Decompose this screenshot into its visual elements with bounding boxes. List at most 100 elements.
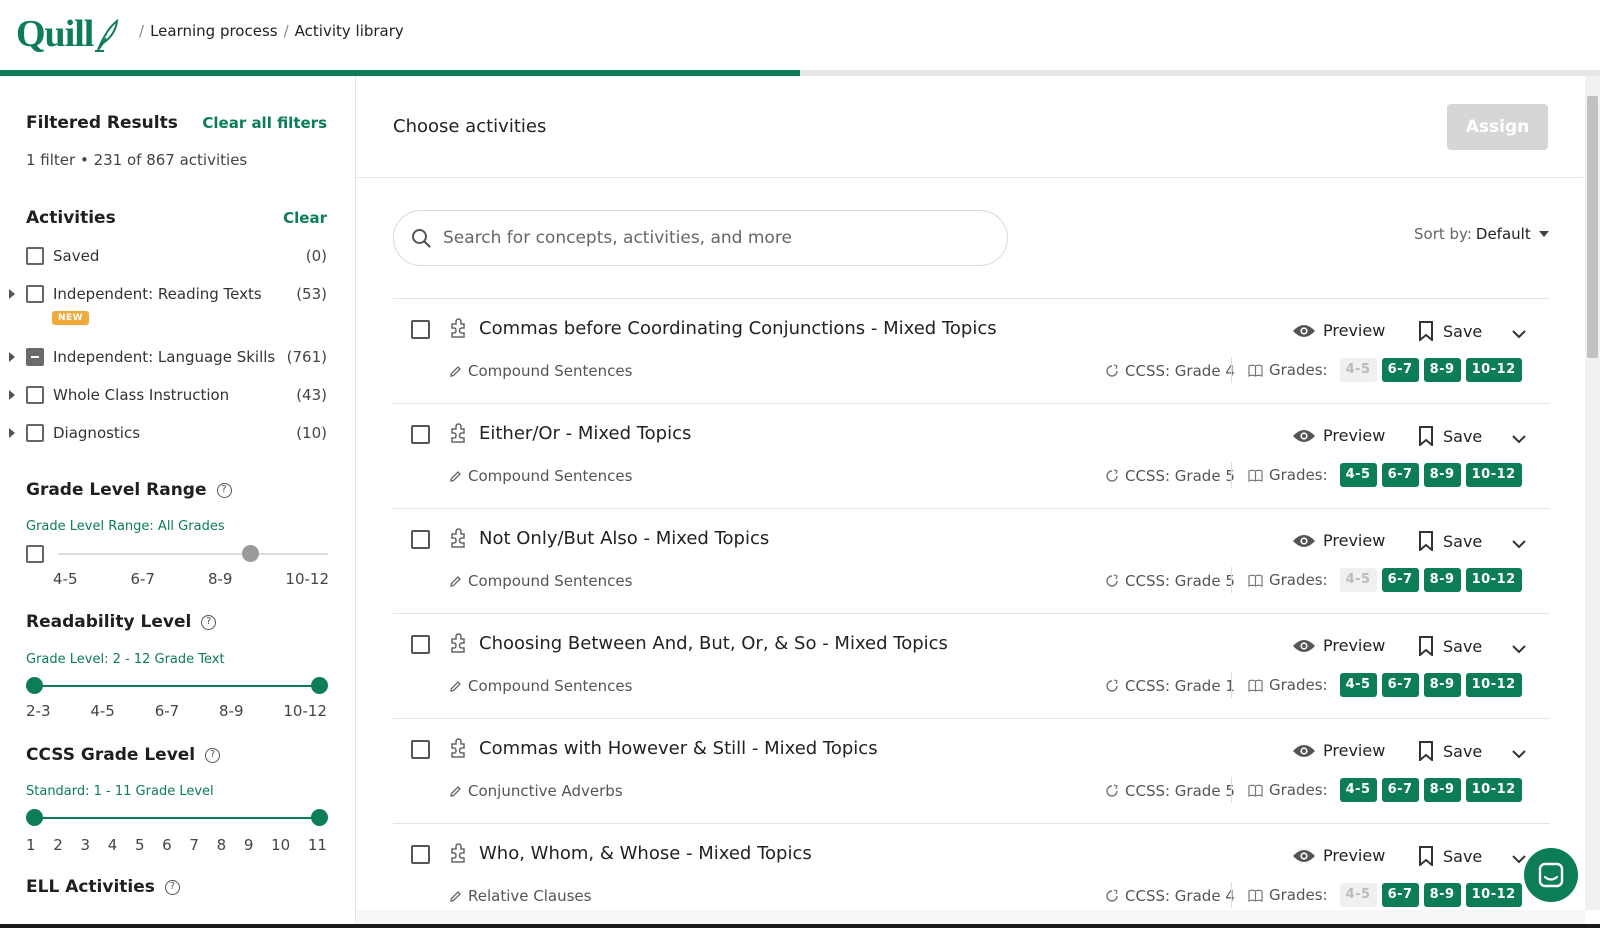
activity-title[interactable]: Either/Or - Mixed Topics [479, 423, 691, 444]
help-icon[interactable]: ? [164, 879, 180, 895]
help-icon[interactable]: ? [205, 747, 221, 763]
preview-button[interactable]: Preview [1292, 426, 1385, 445]
expand-activity-button[interactable] [1511, 639, 1527, 658]
activity-filter-item[interactable]: Saved (0) [26, 247, 327, 265]
save-label: Save [1443, 531, 1483, 551]
save-button[interactable]: Save [1418, 636, 1482, 656]
assign-button[interactable]: Assign [1447, 104, 1548, 150]
horizontal-scrollbar[interactable] [357, 910, 1585, 924]
readability-min-thumb[interactable] [26, 677, 43, 694]
quill-logo[interactable]: Quill [16, 10, 120, 58]
chevron-down-icon[interactable] [1511, 854, 1527, 864]
filter-checkbox[interactable] [26, 424, 44, 442]
standard-link-icon [1106, 784, 1118, 797]
activity-checkbox[interactable] [411, 320, 430, 339]
activity-grades: Grades: 4-5 6-7 8-9 10-12 [1248, 568, 1527, 592]
sort-label: Sort by: [1414, 225, 1472, 243]
top-header: Quill / Learning process / Activity libr… [0, 0, 1600, 70]
activity-ccss: CCSS: Grade 5 [1105, 572, 1235, 590]
filter-item-count: (10) [296, 424, 327, 442]
readability-max-thumb[interactable] [311, 677, 328, 694]
activity-grades: Grades: 4-5 6-7 8-9 10-12 [1248, 463, 1527, 487]
chevron-down-icon[interactable] [1511, 434, 1527, 444]
activity-filter-item[interactable]: Diagnostics (10) [9, 424, 327, 442]
ccss-min-thumb[interactable] [26, 809, 43, 826]
save-button[interactable]: Save [1418, 321, 1482, 341]
activity-concept: Compound Sentences [449, 677, 632, 695]
activity-title[interactable]: Commas before Coordinating Conjunctions … [479, 318, 997, 339]
breadcrumb-learning-process[interactable]: Learning process [150, 22, 278, 40]
grade-badge: 10-12 [1465, 778, 1522, 802]
activity-title[interactable]: Choosing Between And, But, Or, & So - Mi… [479, 633, 948, 654]
grade-range-slider-thumb[interactable] [242, 545, 260, 562]
expand-activity-button[interactable] [1511, 324, 1527, 343]
activity-ccss: CCSS: Grade 4 [1105, 362, 1235, 380]
activity-title[interactable]: Not Only/But Also - Mixed Topics [479, 528, 769, 549]
activity-filter-item[interactable]: Independent: Language Skills (761) [9, 348, 327, 366]
filter-checkbox[interactable] [26, 386, 44, 404]
puzzle-piece-icon [451, 528, 465, 548]
activity-row[interactable]: Commas with However & Still - Mixed Topi… [393, 718, 1550, 823]
ccss-label: CCSS: Grade 5 [1125, 572, 1235, 590]
ccss-slider-track[interactable] [35, 817, 320, 819]
vertical-scrollbar-thumb[interactable] [1587, 96, 1598, 358]
preview-button[interactable]: Preview [1292, 636, 1385, 655]
grades-label: Grades: [1269, 886, 1328, 904]
activity-row[interactable]: Choosing Between And, But, Or, & So - Mi… [393, 613, 1550, 718]
chat-launcher-button[interactable] [1524, 848, 1578, 902]
expand-caret-icon[interactable] [9, 390, 15, 400]
expand-activity-button[interactable] [1511, 744, 1527, 763]
preview-label: Preview [1323, 846, 1386, 865]
preview-button[interactable]: Preview [1292, 741, 1385, 760]
expand-caret-icon[interactable] [9, 352, 15, 362]
preview-button[interactable]: Preview [1292, 321, 1385, 340]
filter-checkbox[interactable] [26, 285, 44, 303]
preview-button[interactable]: Preview [1292, 531, 1385, 550]
caret-down-icon [1538, 231, 1549, 237]
readability-slider-track[interactable] [35, 685, 320, 687]
preview-label: Preview [1323, 741, 1386, 760]
save-button[interactable]: Save [1418, 741, 1482, 761]
breadcrumb-activity-library[interactable]: Activity library [295, 22, 404, 40]
activity-filter-item[interactable]: Whole Class Instruction (43) [9, 386, 327, 404]
activity-checkbox[interactable] [411, 635, 430, 654]
chevron-down-icon[interactable] [1511, 539, 1527, 549]
search-input[interactable] [443, 228, 963, 248]
save-button[interactable]: Save [1418, 531, 1482, 551]
activity-title[interactable]: Who, Whom, & Whose - Mixed Topics [479, 843, 812, 864]
activity-filter-item[interactable]: Independent: Reading Texts (53) [9, 285, 327, 303]
ccss-max-thumb[interactable] [311, 809, 328, 826]
clear-all-filters-link[interactable]: Clear all filters [202, 114, 327, 132]
grade-badge: 6-7 [1381, 883, 1419, 907]
activity-checkbox[interactable] [411, 740, 430, 759]
preview-label: Preview [1323, 636, 1386, 655]
search-bar[interactable] [393, 210, 1008, 266]
activity-row[interactable]: Either/Or - Mixed Topics Preview Save Compo… [393, 403, 1550, 508]
expand-activity-button[interactable] [1511, 429, 1527, 448]
filter-checkbox[interactable] [26, 348, 44, 366]
activity-checkbox[interactable] [411, 425, 430, 444]
expand-activity-button[interactable] [1511, 534, 1527, 553]
activity-library-main: Choose activities Assign Sort by: Defaul… [357, 76, 1583, 928]
save-button[interactable]: Save [1418, 846, 1482, 866]
help-icon[interactable]: ? [201, 614, 217, 630]
activity-title[interactable]: Commas with However & Still - Mixed Topi… [479, 738, 878, 759]
activity-checkbox[interactable] [411, 530, 430, 549]
activity-row[interactable]: Not Only/But Also - Mixed Topics Preview S… [393, 508, 1550, 613]
book-icon [1248, 784, 1263, 797]
help-icon[interactable]: ? [216, 482, 232, 498]
activities-clear-link[interactable]: Clear [283, 209, 327, 227]
chevron-down-icon[interactable] [1511, 644, 1527, 654]
filter-checkbox[interactable] [26, 247, 44, 265]
expand-caret-icon[interactable] [9, 428, 15, 438]
activity-row[interactable]: Commas before Coordinating Conjunctions … [393, 298, 1550, 403]
sort-dropdown[interactable]: Sort by: Default [1414, 225, 1549, 243]
preview-button[interactable]: Preview [1292, 846, 1385, 865]
grade-range-checkbox[interactable] [26, 545, 44, 563]
grade-range-slider-track[interactable] [58, 553, 328, 555]
chevron-down-icon[interactable] [1511, 749, 1527, 759]
expand-caret-icon[interactable] [9, 289, 15, 299]
activity-checkbox[interactable] [411, 845, 430, 864]
save-button[interactable]: Save [1418, 426, 1482, 446]
chevron-down-icon[interactable] [1511, 329, 1527, 339]
